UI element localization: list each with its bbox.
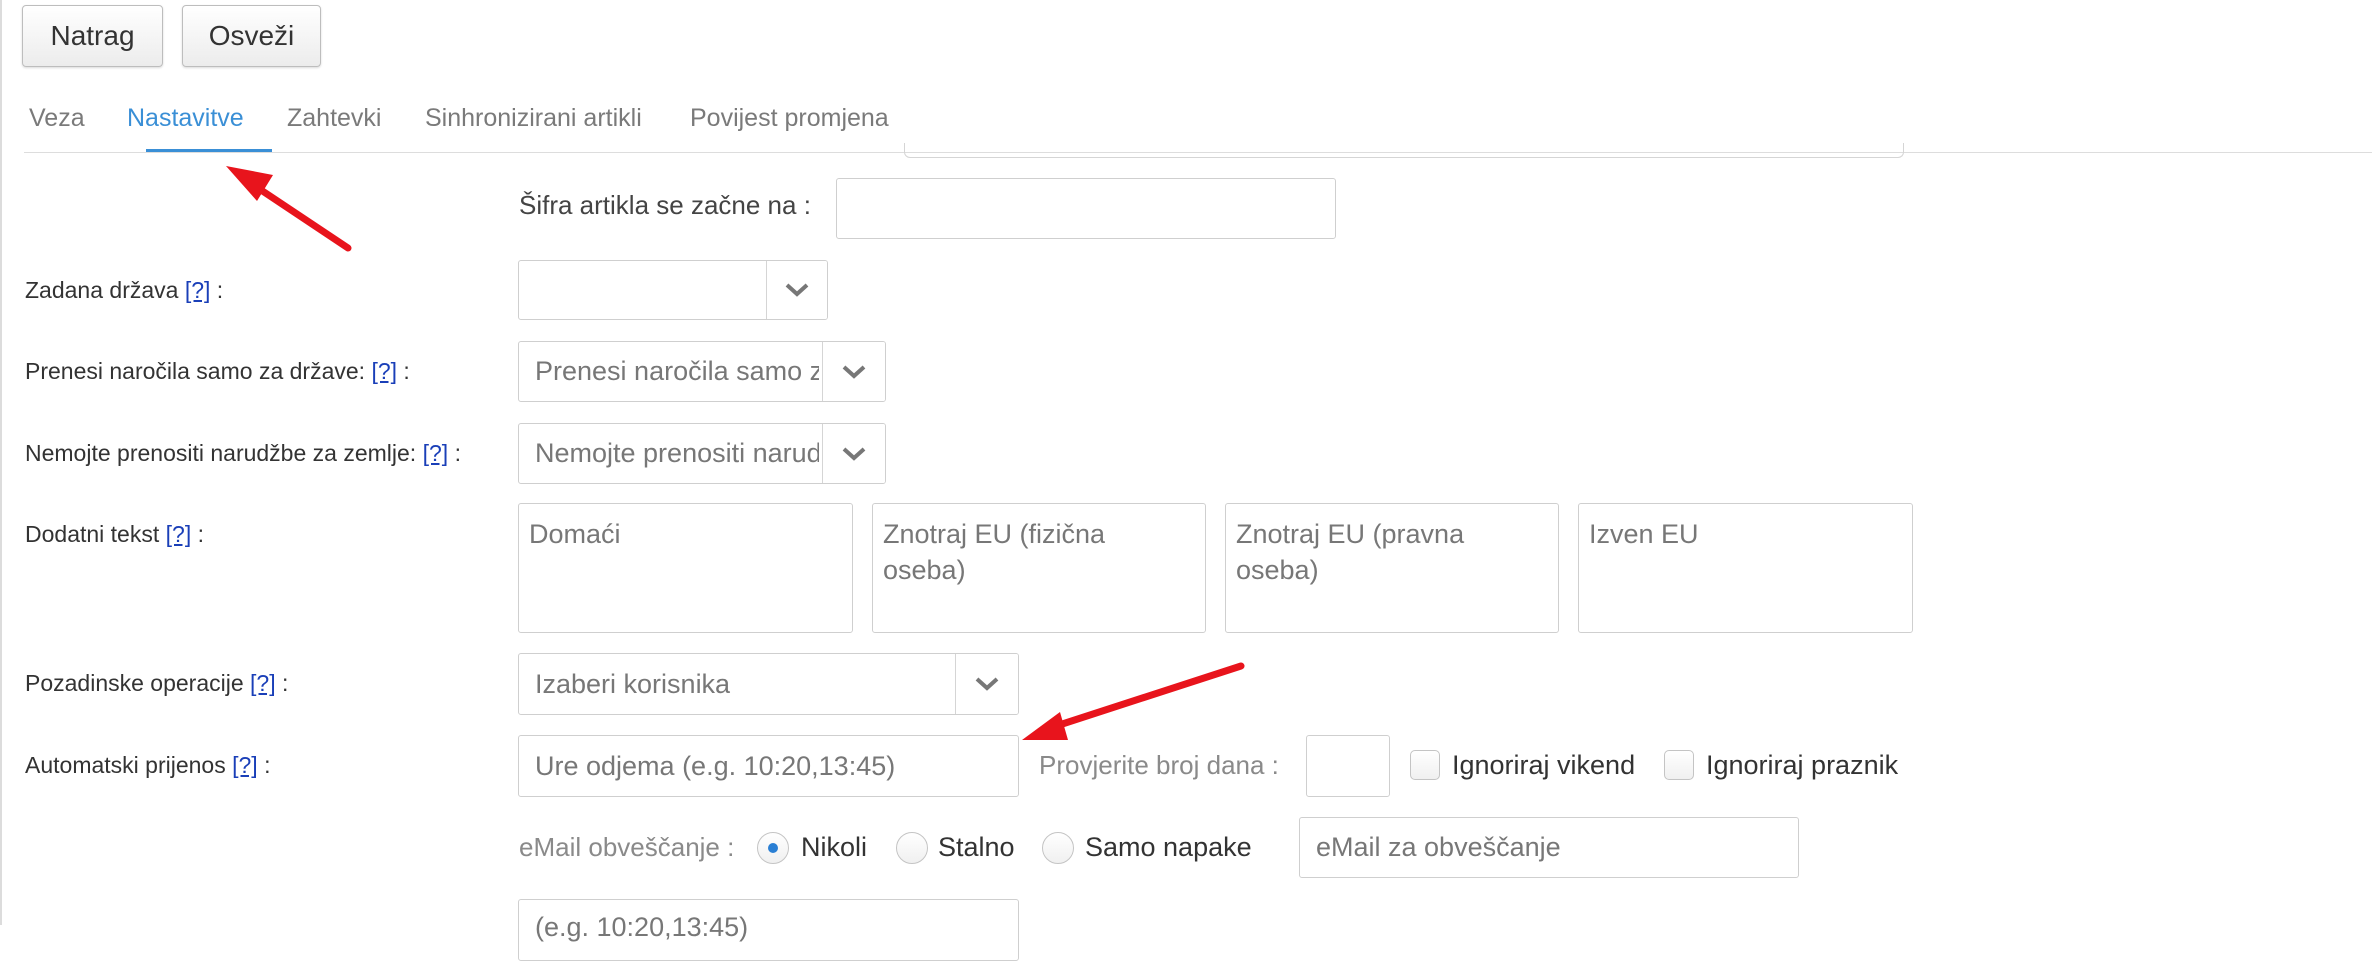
annotation-arrow-line xyxy=(1046,662,1245,732)
annotation-arrow-line xyxy=(251,182,352,252)
annotation-arrowhead xyxy=(1022,712,1068,740)
annotation-arrows xyxy=(226,166,1245,740)
